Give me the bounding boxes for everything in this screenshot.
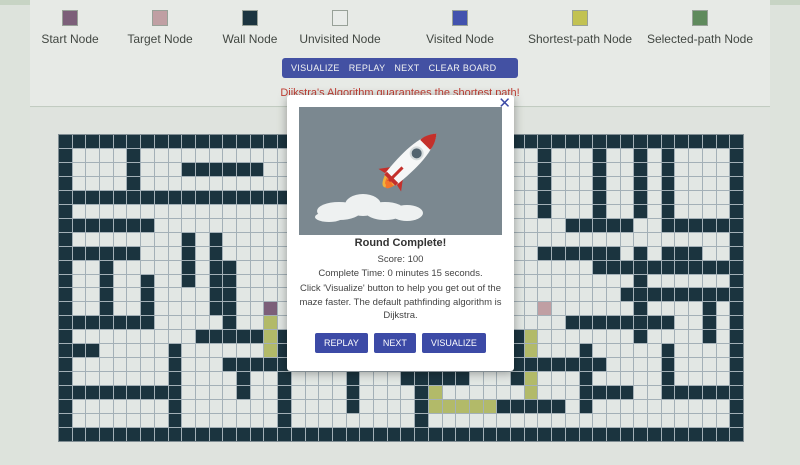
- round-complete-dialog: ✕ Round Complete! Score: 100 Complete Ti…: [287, 95, 514, 371]
- dialog-replay-button[interactable]: REPLAY: [315, 333, 368, 353]
- rocket-icon: [299, 107, 502, 235]
- completion-time-text: Complete Time: 0 minutes 15 seconds.: [318, 268, 483, 279]
- help-message: Click 'Visualize' button to help you get…: [299, 283, 502, 321]
- score-text: Score: 100: [377, 254, 424, 265]
- dialog-actions: REPLAY NEXT VISUALIZE: [287, 333, 514, 353]
- dialog-visualize-button[interactable]: VISUALIZE: [421, 333, 486, 353]
- dialog-next-button[interactable]: NEXT: [373, 333, 416, 353]
- dialog-title: Round Complete!: [354, 237, 447, 249]
